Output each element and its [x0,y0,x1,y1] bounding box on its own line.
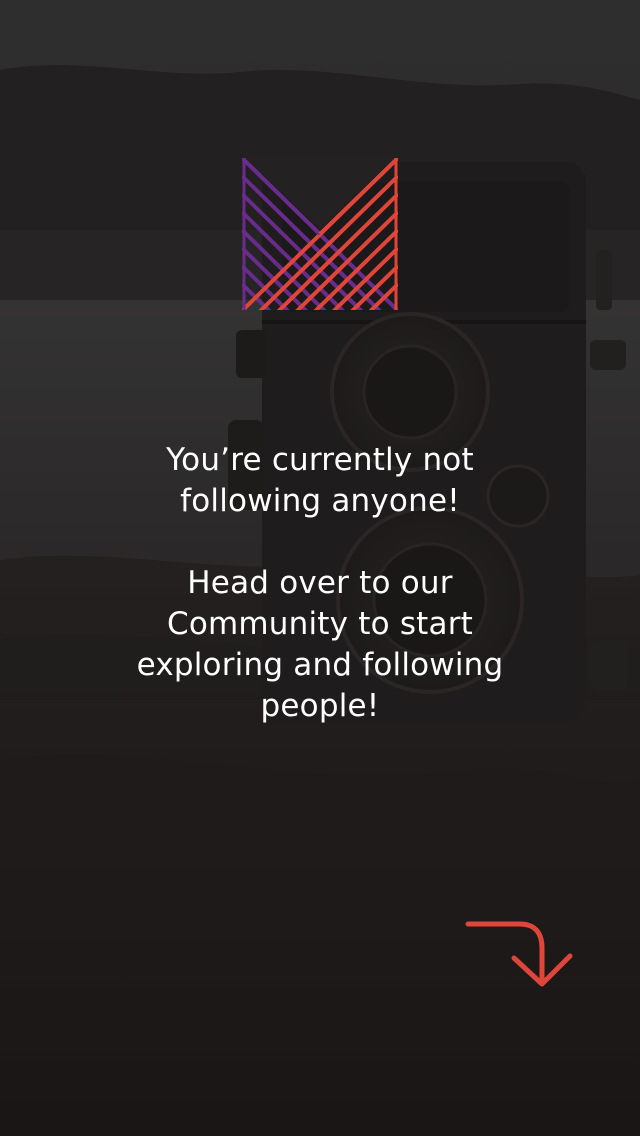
logo-stripe-red [331,246,398,310]
not-following-text: You’re currently not following anyone! [166,442,474,519]
community-hint-text: Head over to our Community to start expl… [136,565,504,724]
curved-arrow-down-icon[interactable] [462,914,578,992]
empty-following-message: You’re currently not following anyone! H… [100,440,540,727]
logo-stripe-purple [242,246,309,310]
following-empty-screen: You’re currently not following anyone! H… [0,0,640,1136]
m-logo-icon [242,158,398,310]
